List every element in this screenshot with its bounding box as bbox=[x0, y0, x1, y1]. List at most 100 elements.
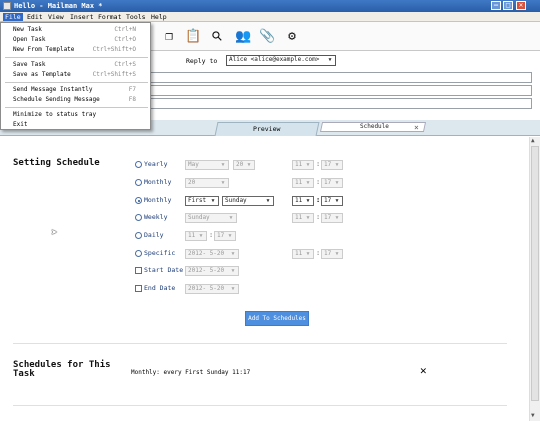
menu-item-minimize-tray[interactable]: Minimize to status tray bbox=[13, 111, 96, 119]
yearly-minute-select[interactable]: 17 ▼ bbox=[321, 160, 343, 170]
tab-schedule[interactable]: Schedule bbox=[319, 122, 427, 132]
mouse-cursor-icon: ➤ bbox=[51, 226, 58, 239]
paste-icon[interactable]: 📋 bbox=[185, 29, 201, 45]
start-date-value: 2012- 5-20 bbox=[188, 267, 225, 274]
weekly-day-select[interactable]: Sunday ▼ bbox=[185, 213, 237, 223]
start-date-select[interactable]: 2012- 5-20 ▼ bbox=[185, 266, 239, 276]
monthly-weekday-label: Monthly bbox=[144, 196, 172, 204]
daily-label: Daily bbox=[144, 231, 164, 239]
monthly-day-select[interactable]: 20 ▼ bbox=[185, 178, 229, 188]
chevron-down-icon: ▼ bbox=[221, 162, 225, 168]
start-date-checkbox[interactable] bbox=[135, 267, 142, 274]
weekly-minute-select[interactable]: 17 ▼ bbox=[321, 213, 343, 223]
weekly-hour-select[interactable]: 11 ▼ bbox=[292, 213, 314, 223]
menu-help[interactable]: Help bbox=[151, 13, 167, 21]
monthly-weekday-radio[interactable] bbox=[135, 197, 142, 204]
menu-item-schedule-sending[interactable]: Schedule Sending Message bbox=[13, 96, 100, 104]
app-icon bbox=[3, 2, 11, 10]
yearly-hour-select[interactable]: 11 ▼ bbox=[292, 160, 314, 170]
menu-item-new-from-template[interactable]: New From Template bbox=[13, 46, 74, 54]
header-field-1[interactable] bbox=[150, 72, 532, 83]
monthly-day-minute-value: 17 bbox=[324, 179, 332, 186]
menu-item-save-as-template[interactable]: Save as Template bbox=[13, 71, 71, 79]
reply-to-value: Alice <alice@example.com> bbox=[229, 56, 320, 63]
setting-schedule-heading: Setting Schedule bbox=[13, 158, 100, 168]
menu-file[interactable]: File bbox=[3, 13, 23, 21]
menu-tools[interactable]: Tools bbox=[126, 13, 146, 21]
reply-to-select[interactable]: Alice <alice@example.com> ▼ bbox=[226, 55, 336, 66]
end-date-label: End Date bbox=[144, 284, 176, 292]
menu-item-send-instantly[interactable]: Send Message Instantly bbox=[13, 86, 92, 94]
specific-hour-value: 11 bbox=[295, 250, 303, 257]
chevron-down-icon: ▼ bbox=[266, 198, 270, 204]
search-icon[interactable]: ⚲ bbox=[207, 26, 230, 49]
header-field-3[interactable] bbox=[150, 98, 532, 109]
tab-schedule-label: Schedule bbox=[359, 123, 389, 130]
yearly-month-select[interactable]: May ▼ bbox=[185, 160, 229, 170]
monthly-day-radio[interactable] bbox=[135, 179, 142, 186]
daily-radio[interactable] bbox=[135, 232, 142, 239]
specific-date-select[interactable]: 2012- 5-20 ▼ bbox=[185, 249, 239, 259]
specific-radio[interactable] bbox=[135, 250, 142, 257]
reply-to-label: Reply to bbox=[186, 57, 218, 65]
chevron-down-icon: ▼ bbox=[231, 268, 235, 274]
yearly-day-select[interactable]: 20 ▼ bbox=[233, 160, 255, 170]
weekly-radio[interactable] bbox=[135, 214, 142, 221]
minimize-button[interactable]: – bbox=[491, 1, 501, 10]
monthly-week-select[interactable]: First ▼ bbox=[185, 196, 219, 206]
chevron-down-icon: ▼ bbox=[306, 215, 310, 221]
monthly-day-minute-select[interactable]: 17 ▼ bbox=[321, 178, 343, 188]
attachment-icon[interactable]: 📎 bbox=[259, 29, 275, 45]
menu-format[interactable]: Format bbox=[98, 13, 121, 21]
close-button[interactable]: ✕ bbox=[516, 1, 526, 10]
gear-icon[interactable]: ⚙ bbox=[284, 29, 300, 45]
end-date-checkbox[interactable] bbox=[135, 285, 142, 292]
close-tab-icon[interactable]: × bbox=[414, 123, 419, 132]
scroll-down-icon[interactable]: ▼ bbox=[531, 412, 535, 419]
monthly-weekday-hour-value: 11 bbox=[295, 197, 303, 204]
start-date-label: Start Date bbox=[144, 266, 184, 274]
menu-item-exit[interactable]: Exit bbox=[13, 121, 27, 129]
yearly-hour-value: 11 bbox=[295, 161, 303, 168]
yearly-radio[interactable] bbox=[135, 161, 142, 168]
header-field-2[interactable] bbox=[150, 85, 532, 96]
vertical-scrollbar[interactable]: ▲ ▼ bbox=[529, 137, 540, 421]
users-icon[interactable]: 👥 bbox=[235, 29, 251, 45]
scrollbar-thumb[interactable] bbox=[531, 146, 539, 401]
menu-item-new-task[interactable]: New Task bbox=[13, 26, 42, 34]
menu-separator bbox=[5, 57, 148, 58]
chevron-down-icon: ▼ bbox=[306, 162, 310, 168]
maximize-button[interactable]: □ bbox=[503, 1, 513, 10]
chevron-down-icon: ▼ bbox=[231, 251, 235, 257]
monthly-weekday-select[interactable]: Sunday ▼ bbox=[222, 196, 274, 206]
chevron-down-icon: ▼ bbox=[328, 57, 332, 63]
end-date-select[interactable]: 2012- 5-20 ▼ bbox=[185, 284, 239, 294]
tab-preview[interactable]: Preview bbox=[214, 122, 320, 136]
daily-minute-select[interactable]: 17 ▼ bbox=[214, 231, 236, 241]
chevron-down-icon: ▼ bbox=[221, 180, 225, 186]
menu-insert[interactable]: Insert bbox=[70, 13, 93, 21]
menu-view[interactable]: View bbox=[48, 13, 64, 21]
shortcut-schedule-sending: F8 bbox=[128, 96, 136, 103]
remove-schedule-icon[interactable]: ✕ bbox=[420, 364, 427, 377]
time-colon: : bbox=[316, 249, 321, 257]
menu-item-save-task[interactable]: Save Task bbox=[13, 61, 46, 69]
specific-hour-select[interactable]: 11 ▼ bbox=[292, 249, 314, 259]
copy-icon[interactable]: ❐ bbox=[161, 29, 177, 45]
scroll-up-icon[interactable]: ▲ bbox=[531, 137, 535, 144]
chevron-down-icon: ▼ bbox=[335, 251, 339, 257]
monthly-weekday-hour-select[interactable]: 11 ▼ bbox=[292, 196, 314, 206]
weekly-hour-value: 11 bbox=[295, 214, 303, 221]
yearly-day-value: 20 bbox=[236, 161, 244, 168]
menu-edit[interactable]: Edit bbox=[27, 13, 43, 21]
specific-minute-select[interactable]: 17 ▼ bbox=[321, 249, 343, 259]
time-colon: : bbox=[316, 196, 321, 204]
monthly-day-hour-select[interactable]: 11 ▼ bbox=[292, 178, 314, 188]
add-to-schedules-button[interactable]: Add To Schedules bbox=[245, 311, 309, 326]
monthly-weekday-minute-select[interactable]: 17 ▼ bbox=[321, 196, 343, 206]
end-date-value: 2012- 5-20 bbox=[188, 285, 225, 292]
monthly-weekday-value: Sunday bbox=[225, 197, 247, 204]
daily-hour-select[interactable]: 11 ▼ bbox=[185, 231, 207, 241]
menu-item-open-task[interactable]: Open Task bbox=[13, 36, 46, 44]
chevron-down-icon: ▼ bbox=[199, 233, 203, 239]
